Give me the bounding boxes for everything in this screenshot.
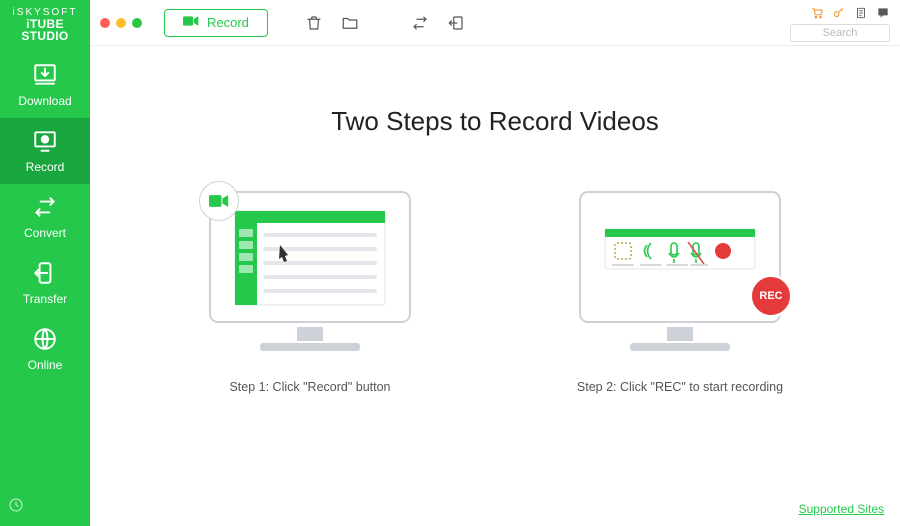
close-window-button[interactable]	[100, 18, 110, 28]
key-icon[interactable]	[832, 6, 846, 20]
topbar: Record	[90, 0, 900, 46]
notes-icon[interactable]	[854, 6, 868, 20]
sidebar-item-transfer[interactable]: Transfer	[0, 250, 90, 316]
record-screen-icon	[32, 128, 58, 154]
toolbar-icons	[304, 13, 466, 33]
sidebar-item-label: Record	[26, 160, 65, 174]
step-1: Step 1: Click "Record" button	[180, 187, 440, 394]
sidebar-footer	[0, 489, 90, 526]
delete-button[interactable]	[304, 13, 324, 33]
globe-icon	[32, 326, 58, 352]
refresh-button[interactable]	[410, 13, 430, 33]
sidebar-item-label: Convert	[24, 226, 66, 240]
record-button-label: Record	[207, 15, 249, 30]
steps-row: Step 1: Click "Record" button	[130, 187, 860, 394]
history-icon[interactable]	[8, 500, 24, 517]
sidebar-item-online[interactable]: Online	[0, 316, 90, 382]
camera-badge-icon	[199, 181, 239, 221]
app-window: iSKYSOFT iTUBE STUDIO Download	[0, 0, 900, 526]
step-2-label: Step 2: Click "REC" to start recording	[577, 380, 783, 394]
maximize-window-button[interactable]	[132, 18, 142, 28]
import-button[interactable]	[446, 13, 466, 33]
step-2-illustration: REC	[575, 187, 785, 362]
brand-line2: iTUBE STUDIO	[6, 18, 84, 42]
cart-icon[interactable]	[810, 6, 824, 20]
content: Two Steps to Record Videos	[90, 46, 900, 526]
step-2: REC Step 2: Click "REC" to start recordi…	[550, 187, 810, 394]
sidebar-item-label: Online	[28, 358, 63, 372]
sidebar-item-record[interactable]: Record	[0, 118, 90, 184]
step-1-illustration	[205, 187, 415, 362]
feedback-icon[interactable]	[876, 6, 890, 20]
sidebar-item-label: Download	[18, 94, 71, 108]
record-button[interactable]: Record	[164, 9, 268, 37]
sidebar: iSKYSOFT iTUBE STUDIO Download	[0, 0, 90, 526]
step-1-label: Step 1: Click "Record" button	[229, 380, 390, 394]
supported-sites-link[interactable]: Supported Sites	[799, 502, 884, 516]
search-input[interactable]	[790, 24, 890, 42]
minimize-window-button[interactable]	[116, 18, 126, 28]
rec-badge: REC	[749, 274, 793, 318]
rec-badge-label: REC	[759, 290, 782, 302]
download-icon	[32, 62, 58, 88]
page-title: Two Steps to Record Videos	[130, 106, 860, 137]
sidebar-item-convert[interactable]: Convert	[0, 184, 90, 250]
topbar-right-icons	[810, 6, 890, 20]
topbar-right	[790, 4, 890, 42]
brand: iSKYSOFT iTUBE STUDIO	[0, 0, 90, 52]
sidebar-nav: Download Record	[0, 52, 90, 382]
transfer-icon	[32, 260, 58, 286]
main: Record	[90, 0, 900, 526]
camera-icon	[183, 15, 199, 30]
sidebar-item-download[interactable]: Download	[0, 52, 90, 118]
folder-button[interactable]	[340, 13, 360, 33]
window-controls	[100, 18, 142, 28]
convert-icon	[32, 194, 58, 220]
sidebar-item-label: Transfer	[23, 292, 67, 306]
